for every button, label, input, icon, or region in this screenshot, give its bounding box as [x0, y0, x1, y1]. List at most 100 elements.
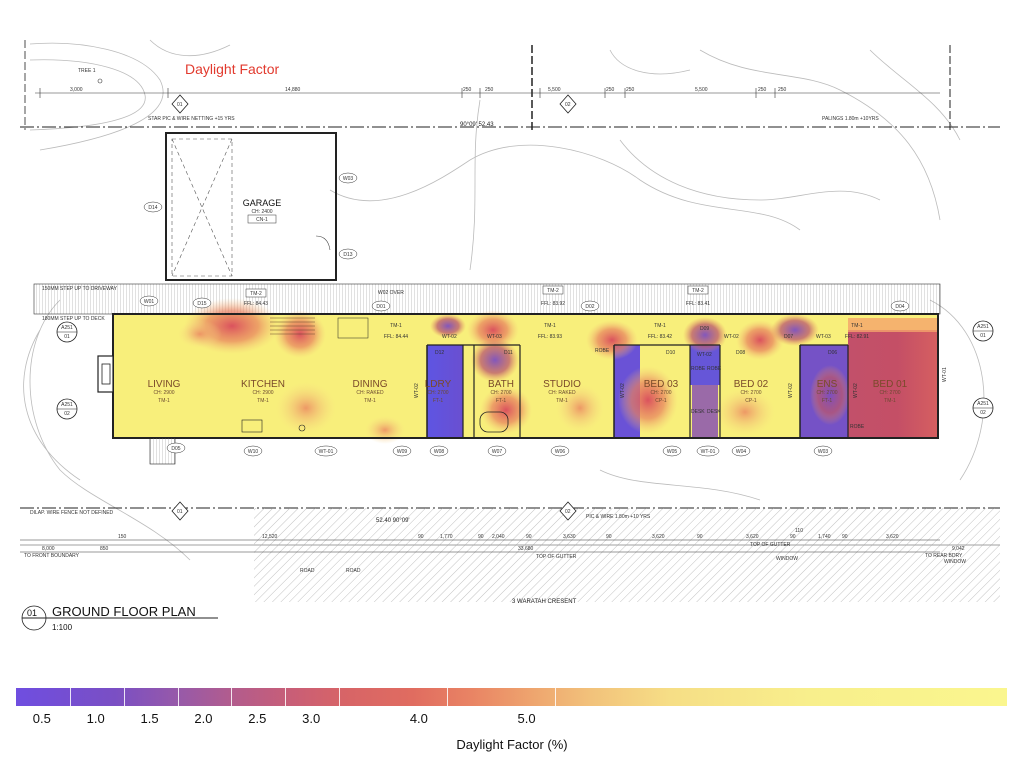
wt-tag: WT-02 [853, 383, 859, 398]
robe-label: ROBE [850, 424, 865, 430]
tm-tag: TM-2 [547, 288, 559, 294]
door-tag-d01: D01 [376, 304, 385, 310]
ffl-tag: FFL: 82.91 [845, 334, 869, 340]
robe-label: ROBE [595, 348, 610, 354]
section-ref-text: 02 [64, 411, 70, 417]
dim-bottom: 150 [118, 534, 127, 540]
window-tag-w03b: W03 [818, 449, 829, 455]
door-tag-d11: D11 [504, 350, 513, 356]
legend-tick-label: 3.0 [302, 711, 321, 726]
ffl-tag: FFL: 84.44 [384, 334, 408, 340]
tm-tag: TM-1 [851, 323, 863, 329]
window-note: WINDOW [776, 556, 798, 562]
legend-tick-mark [285, 688, 287, 706]
room-name-studio: STUDIO [543, 379, 581, 390]
dim-bottom: 1,770 [440, 534, 453, 540]
window-tag-w05: W05 [667, 449, 678, 455]
room-finish-ens: FT-1 [822, 398, 832, 404]
legend-tick-mark [446, 688, 448, 706]
room-finish-ldry: FT-1 [433, 398, 443, 404]
dim-top-6: 250 [606, 87, 615, 93]
room-ch-living: CH: 2900 [153, 390, 174, 396]
tm-tag: TM-1 [654, 323, 666, 329]
dim-top-1: 3,000 [70, 87, 83, 93]
wt-tag: WT-01 [319, 449, 334, 455]
room-finish-kitchen: TM-1 [257, 398, 269, 404]
window-tag-w07: W07 [492, 449, 503, 455]
drawing-scale: 1:100 [52, 623, 73, 632]
room-ch-ens: CH: 2700 [816, 390, 837, 396]
door-tag-d09: D09 [700, 326, 709, 332]
legend-color-bar [16, 688, 1007, 706]
wt-tag: WT-03 [816, 334, 831, 340]
top-of-gutter-note: TOP OF GUTTER [750, 542, 791, 548]
door-tag-d02: D02 [585, 304, 594, 310]
garage-name: GARAGE [243, 198, 282, 208]
tm-tag: TM-2 [250, 291, 262, 297]
dim-top-10: 250 [778, 87, 787, 93]
wt-tag: WT-02 [724, 334, 739, 340]
room-ch-dining: CH: RAKED [356, 390, 384, 396]
step-deck-note: 180MM STEP UP TO DECK [42, 316, 105, 322]
dim-top-2: 14,880 [285, 87, 301, 93]
door-tag-d14: D14 [148, 205, 157, 211]
road-note: ROAD [300, 568, 315, 574]
robe-label: ROBE [691, 366, 706, 372]
dim-bottom: 9,042 [952, 546, 965, 552]
deck-strip [33, 283, 941, 315]
room-name-bed03: BED 03 [644, 379, 679, 390]
dim-top-8: 5,500 [695, 87, 708, 93]
robe-label: ROBE [707, 366, 722, 372]
legend-tick-mark [554, 688, 556, 706]
dim-bottom: 12,520 [262, 534, 278, 540]
legend-tick-label: 2.0 [194, 711, 213, 726]
section-ref-text: 01 [177, 509, 183, 515]
door-tag-d08: D08 [736, 350, 745, 356]
garage: GARAGE CH: 2400 CN-1 [165, 132, 337, 281]
top-dimensions: 3,000 14,880 250 250 5,500 250 250 5,500… [35, 87, 940, 98]
section-marker-top-mid: 02 [559, 94, 577, 114]
wt-tag: WT-02 [697, 352, 712, 358]
door-tag-d12: D12 [435, 350, 444, 356]
dim-bottom: 850 [100, 546, 109, 552]
drawing-title: GROUND FLOOR PLAN [52, 604, 196, 619]
room-finish-dining: TM-1 [364, 398, 376, 404]
dim-top-3: 250 [463, 87, 472, 93]
legend-tick-label: 5.0 [517, 711, 536, 726]
fence-bottom-note: DILAP. WIRE FENCE NOT DEFINED [30, 510, 114, 516]
legend-tick-label: 2.5 [248, 711, 267, 726]
dim-top-5: 5,500 [548, 87, 561, 93]
dim-bottom: 2,040 [492, 534, 505, 540]
bearing-bottom: 52.40 90°09' [376, 518, 410, 524]
room-finish-bed01: TM-1 [884, 398, 896, 404]
wt-tag: WT-03 [487, 334, 502, 340]
ffl-tag: FFL: 83.92 [541, 301, 565, 307]
section-ref-text: 01 [64, 334, 70, 340]
tree-annotation: TREE 1 [78, 68, 103, 84]
legend-gradient [16, 688, 1007, 706]
road-note: ROAD [346, 568, 361, 574]
tree-label: TREE 1 [78, 68, 96, 74]
palings-note: PALINGS 1.80m +10YRS [822, 116, 879, 122]
room-name-ens: ENS [817, 379, 838, 390]
room-name-bath: BATH [488, 379, 514, 390]
dim-bottom: 90 [790, 534, 796, 540]
garage-finish: CN-1 [256, 217, 268, 223]
room-finish-bed02: CP-1 [745, 398, 757, 404]
road-reserve [254, 508, 1000, 602]
dim-bottom: 3,620 [746, 534, 759, 540]
dim-bottom: 8,000 [42, 546, 55, 552]
section-ref-text: 02 [565, 509, 571, 515]
room-finish-living: TM-1 [158, 398, 170, 404]
room-name-living: LIVING [148, 379, 181, 390]
dim-bottom: 90 [478, 534, 484, 540]
window-tag-w04: W04 [736, 449, 747, 455]
dim-top-7: 250 [626, 87, 635, 93]
legend-tick-mark [69, 688, 71, 706]
fence-top-note: STAR PIC & WIRE NETTING +15 YRS [148, 116, 235, 122]
desk-label: DESK [707, 409, 721, 415]
legend-tick-label: 1.0 [86, 711, 105, 726]
door-tag-d07: D07 [784, 334, 793, 340]
dim-bottom: 90 [418, 534, 424, 540]
step-driveway-note: 150MM STEP UP TO DRIVEWAY [42, 286, 118, 292]
